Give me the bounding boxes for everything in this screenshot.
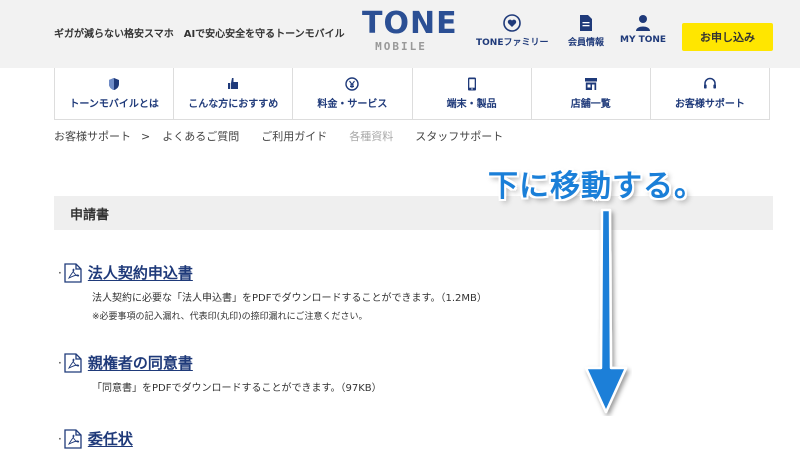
coin-icon — [345, 77, 360, 91]
document-icon — [577, 14, 595, 32]
headset-icon — [703, 77, 717, 91]
store-icon — [584, 77, 598, 91]
gnav-item-pricing[interactable]: 料金・サービス — [292, 68, 412, 120]
header-link-label: TONEファミリー — [476, 38, 549, 48]
gnav-item-label: トーンモバイルとは — [69, 99, 159, 110]
site-tagline: ギガが減らない格安スマホ AIで安心安全を守るトーンモバイル — [54, 29, 345, 40]
header-link-tone-family[interactable]: TONEファミリー — [476, 14, 548, 48]
person-icon — [634, 14, 652, 32]
scroll-down-arrow-icon — [584, 208, 628, 414]
subnav-link-documents: 各種資料 — [349, 130, 394, 143]
document-link-power-of-attorney[interactable]: 委任状 — [88, 428, 133, 449]
document-link-corporate-application[interactable]: 法人契約申込書 — [88, 262, 193, 283]
document-item: · 親権者の同意書 「同意書」をPDFでダウンロードすることができます。（97K… — [58, 352, 382, 394]
logo-sub-text: MOBILE — [375, 40, 427, 53]
instruction-annotation: 下に移動する。 — [488, 169, 705, 204]
document-item: · 法人契約申込書 法人契約に必要な「法人申込書」をPDFでダウンロードすること… — [58, 262, 487, 322]
gnav-item-devices[interactable]: 端末・製品 — [411, 68, 531, 120]
site-header: ギガが減らない格安スマホ AIで安心安全を守るトーンモバイル TONE MOBI… — [0, 0, 800, 68]
header-link-label: 会員情報 — [568, 38, 605, 48]
document-link-parental-consent[interactable]: 親権者の同意書 — [88, 352, 193, 373]
global-nav: トーンモバイルとは こんな方におすすめ 料金・サービス 端末・製品 店舗一覧 お… — [54, 68, 771, 120]
document-description: 法人契約に必要な「法人申込書」をPDFでダウンロードすることができます。（1.2… — [92, 293, 487, 304]
site-logo[interactable]: TONE MOBILE — [362, 6, 458, 60]
subnav-link-guide[interactable]: ご利用ガイド — [261, 128, 327, 144]
gnav-item-label: こんな方におすすめ — [188, 99, 279, 110]
pdf-file-icon — [64, 428, 82, 449]
pdf-file-icon — [64, 352, 82, 373]
heart-icon — [503, 14, 522, 32]
thumbs-up-icon — [226, 77, 240, 91]
apply-button[interactable]: お申し込み — [682, 23, 773, 51]
subnav-link-faq[interactable]: よくあるご質問 — [162, 128, 239, 144]
gnav-item-label: 端末・製品 — [446, 99, 497, 110]
gnav-item-label: お客様サポート — [674, 99, 745, 110]
shield-icon — [107, 77, 121, 91]
document-note: ※必要事項の記入漏れ、代表印(丸印)の捺印漏れにご注意ください。 — [92, 312, 368, 322]
bullet-dot: · — [58, 431, 62, 446]
logo-main-text: TONE — [362, 6, 458, 41]
document-description: 「同意書」をPDFでダウンロードすることができます。（97KB） — [92, 383, 382, 394]
header-link-member-info[interactable]: 会員情報 — [568, 14, 604, 48]
document-item: · 委任状 — [58, 428, 133, 449]
gnav-item-label: 店舗一覧 — [570, 99, 611, 110]
subnav-link-staff-support[interactable]: スタッフサポート — [415, 128, 503, 144]
breadcrumb: お客様サポート > よくあるご質問 ご利用ガイド 各種資料 スタッフサポート — [54, 128, 525, 144]
header-link-label: MY TONE — [620, 35, 667, 45]
bullet-dot: · — [58, 355, 62, 370]
smartphone-icon — [465, 77, 479, 91]
gnav-item-stores[interactable]: 店舗一覧 — [530, 68, 650, 120]
bullet-dot: · — [58, 265, 62, 280]
breadcrumb-root-link[interactable]: お客様サポート — [54, 128, 131, 144]
gnav-item-label: 料金・サービス — [317, 99, 388, 110]
gnav-item-recommend[interactable]: こんな方におすすめ — [173, 68, 293, 120]
breadcrumb-separator: > — [141, 129, 151, 143]
gnav-item-support[interactable]: お客様サポート — [649, 68, 771, 120]
header-link-my-tone[interactable]: MY TONE — [620, 14, 666, 45]
pdf-file-icon — [64, 262, 82, 283]
gnav-item-about[interactable]: トーンモバイルとは — [54, 68, 174, 120]
